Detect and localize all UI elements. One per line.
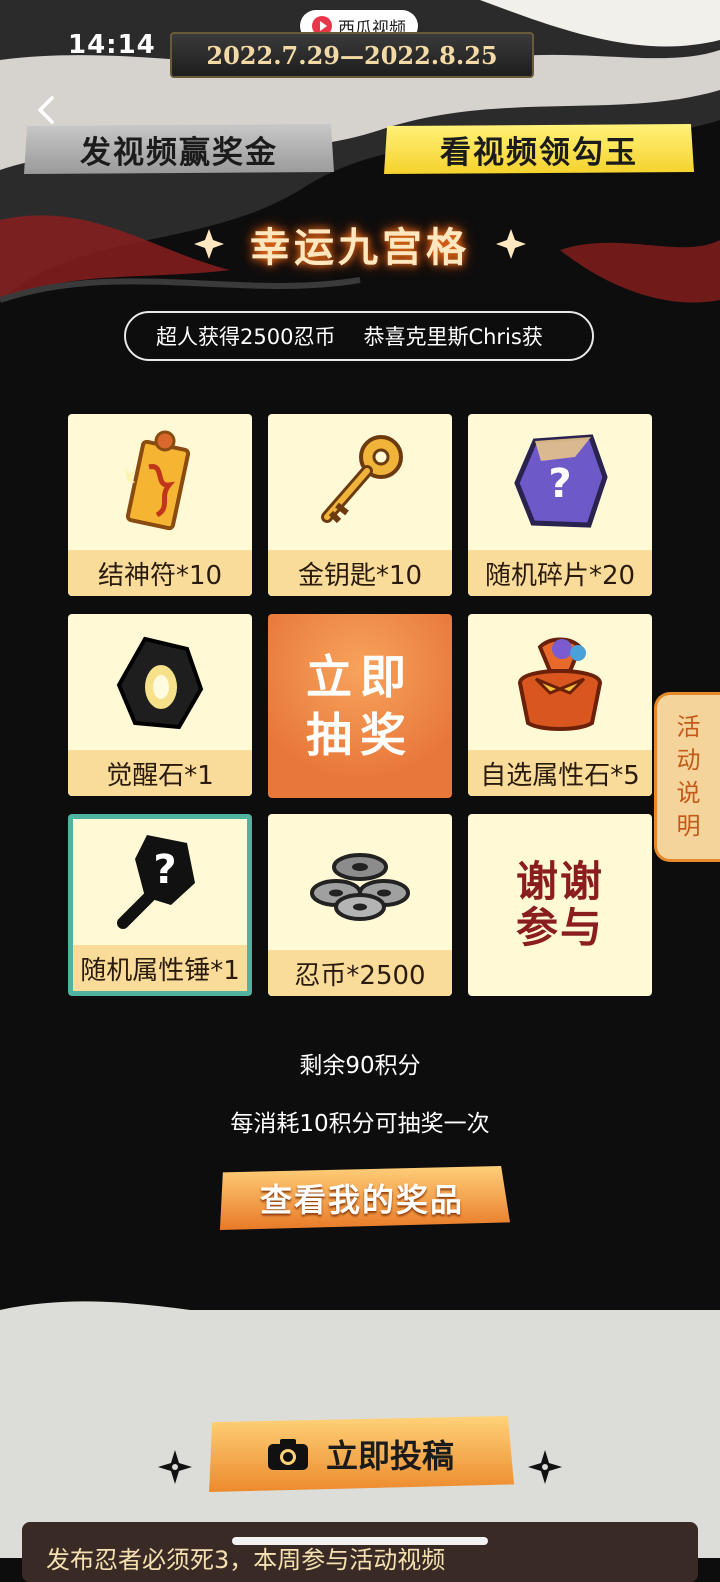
shuriken-icon <box>158 1450 192 1484</box>
prize-label: 随机碎片*20 <box>468 550 652 596</box>
shuriken-icon <box>528 1450 562 1484</box>
prize-cell-ninja-coins: 忍币*2500 <box>268 814 452 996</box>
prize-label: 自选属性石*5 <box>468 750 652 796</box>
prize-cell-awakening-stone: 觉醒石*1 <box>68 614 252 796</box>
talisman-icon <box>125 430 191 531</box>
status-time: 14:14 <box>68 30 156 60</box>
coins-icon <box>310 853 410 921</box>
mystery-hammer-icon: ? <box>117 835 195 929</box>
svg-text:?: ? <box>548 461 571 507</box>
side-tab-char: 动 <box>676 746 701 774</box>
ticker-message: 超人获得2500忍币 <box>156 325 336 349</box>
side-tab-char: 活 <box>676 713 701 741</box>
section-title: 幸运九宫格 <box>0 214 720 274</box>
gift-bag-icon <box>517 637 603 731</box>
draw-button-line1: 立即 <box>306 650 414 704</box>
submit-now-button[interactable]: 立即投稿 <box>209 1416 514 1492</box>
key-icon <box>321 435 403 524</box>
svg-text:?: ? <box>153 847 176 893</box>
prize-label: 随机属性锤*1 <box>73 945 247 991</box>
side-tab-char: 明 <box>676 812 701 840</box>
camera-icon <box>267 1439 308 1470</box>
submit-label: 立即投稿 <box>325 1437 454 1475</box>
thanks-line1: 谢谢 <box>515 857 604 906</box>
activity-rules-tab[interactable]: 活 动 说 明 <box>654 692 720 862</box>
draw-button-line2: 抽奖 <box>306 708 414 762</box>
prize-cell-golden-key: 金钥匙*10 <box>268 414 452 596</box>
prize-cell-attribute-stone: 自选属性石*5 <box>468 614 652 796</box>
home-indicator[interactable] <box>232 1537 488 1545</box>
prize-label: 结神符*10 <box>68 550 252 596</box>
draw-now-button[interactable]: 立即 抽奖 <box>268 614 452 798</box>
ticker-message: 恭喜克里斯Chris获 <box>363 325 543 349</box>
date-range-banner: 2022.7.29—2022.8.25 <box>170 32 534 78</box>
prize-label: 金钥匙*10 <box>268 550 452 596</box>
prize-label: 觉醒石*1 <box>68 750 252 796</box>
draw-cost-rule: 每消耗10积分可抽奖一次 <box>230 1111 490 1137</box>
mystery-fragment-icon: ? <box>514 434 608 528</box>
sparkle-icon <box>194 229 224 259</box>
section-title-text: 幸运九宫格 <box>250 225 470 271</box>
tab-post-video[interactable]: 发视频赢奖金 <box>24 124 334 174</box>
prize-label: 忍币*2500 <box>268 950 452 996</box>
prize-cell-talisman: 结神符*10 <box>68 414 252 596</box>
thanks-line2: 参与 <box>515 903 604 952</box>
tab-watch-video[interactable]: 看视频领勾玉 <box>384 124 694 174</box>
view-my-prizes-button[interactable]: 查看我的奖品 <box>219 1166 510 1230</box>
side-tab-char: 说 <box>676 779 701 807</box>
winners-ticker: 超人获得2500忍币 恭喜克里斯Chris获 <box>124 311 594 361</box>
remaining-points: 剩余90积分 <box>299 1053 421 1079</box>
prize-cell-thanks: 谢谢 参与 <box>468 814 652 996</box>
prize-cell-random-hammer: ? 随机属性锤*1 <box>68 814 252 996</box>
back-arrow-icon[interactable] <box>30 92 66 128</box>
sparkle-icon <box>496 229 526 259</box>
prize-cell-random-fragment: ? 随机碎片*20 <box>468 414 652 596</box>
awakening-stone-icon <box>116 636 204 730</box>
